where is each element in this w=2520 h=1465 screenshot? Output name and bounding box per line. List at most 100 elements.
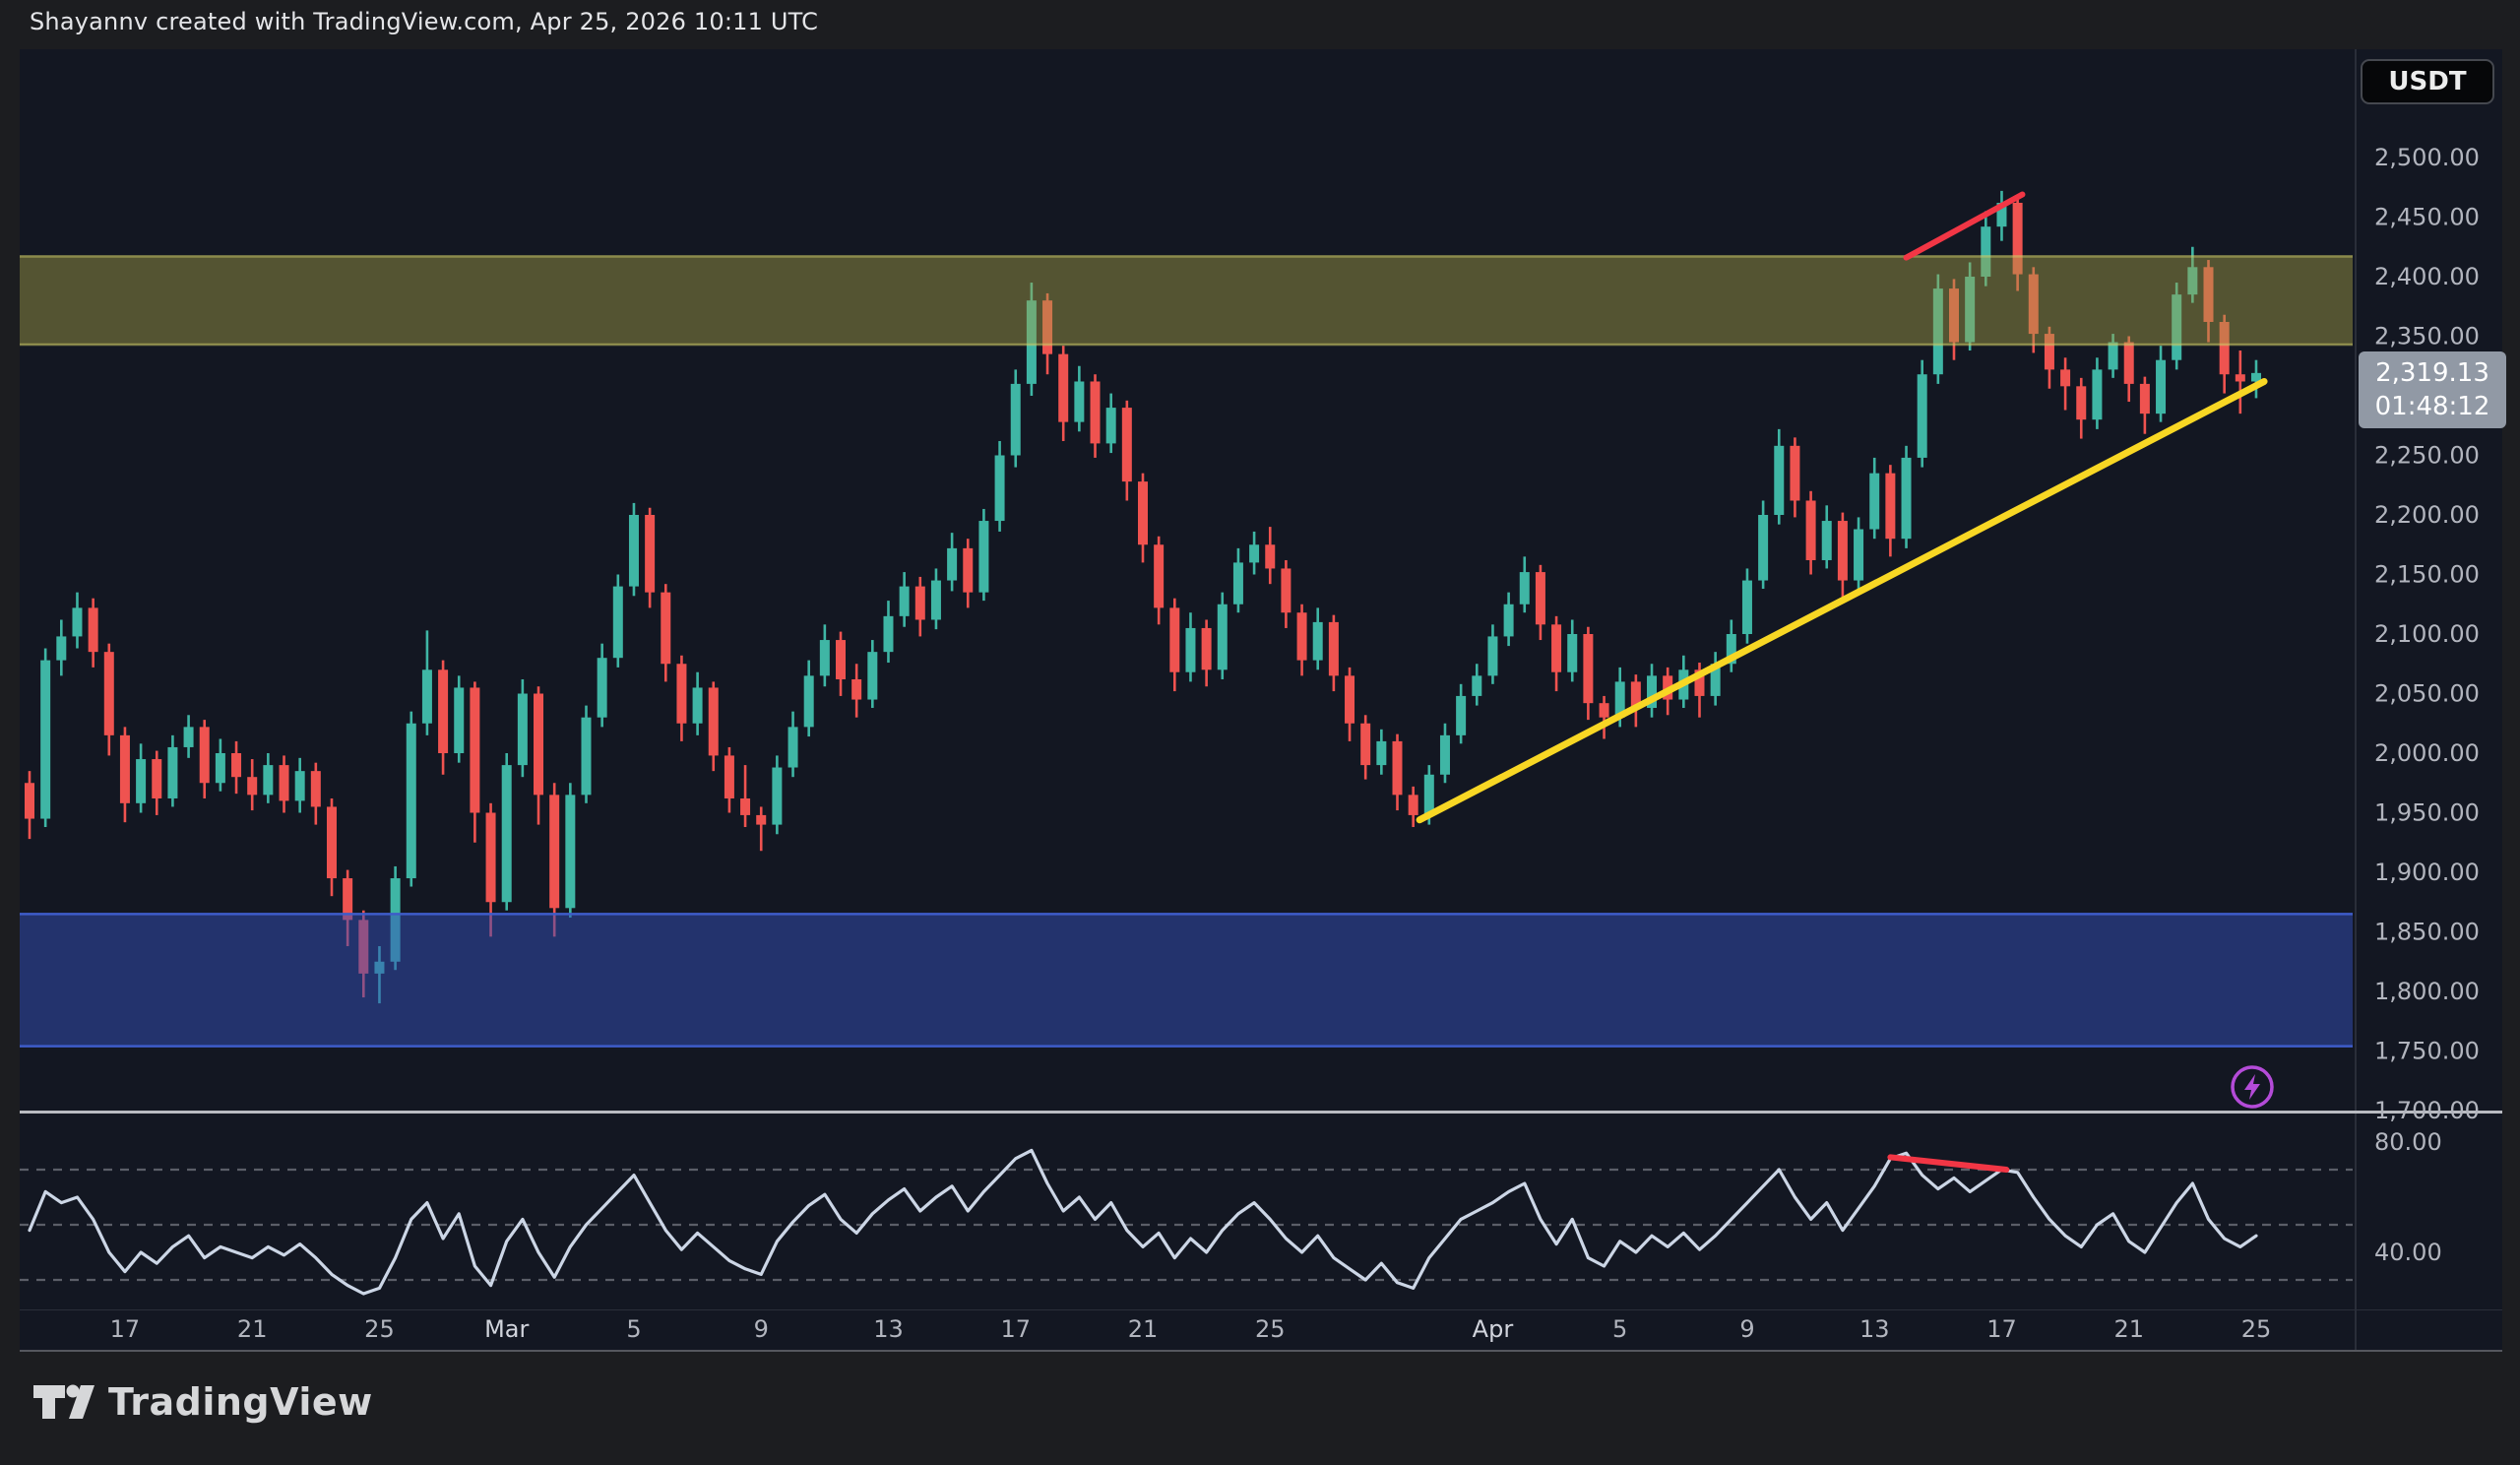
candle bbox=[1551, 616, 1561, 691]
candle bbox=[1122, 401, 1132, 501]
candle bbox=[740, 765, 750, 827]
price-axis-label: 2,200.00 bbox=[2374, 501, 2480, 529]
candle bbox=[1249, 532, 1259, 575]
price-axis-label: 1,800.00 bbox=[2374, 978, 2480, 1005]
resistance-zone[interactable] bbox=[20, 256, 2353, 345]
candle bbox=[1329, 615, 1339, 691]
candle bbox=[72, 593, 82, 649]
tradingview-logo-text: TradingView bbox=[108, 1380, 373, 1424]
ascending-support-trendline[interactable] bbox=[1419, 381, 2264, 819]
candle bbox=[470, 681, 479, 842]
time-axis-label: 21 bbox=[1128, 1315, 1159, 1343]
candle bbox=[247, 759, 257, 810]
candle bbox=[1885, 465, 1895, 556]
candle bbox=[1758, 500, 1768, 589]
candle bbox=[1854, 517, 1863, 589]
quote-currency-badge[interactable]: USDT bbox=[2361, 59, 2494, 104]
candle bbox=[1360, 715, 1370, 779]
candle bbox=[836, 632, 846, 696]
time-axis-label: 25 bbox=[2241, 1315, 2272, 1343]
time-axis-label: 17 bbox=[110, 1315, 141, 1343]
candle bbox=[2124, 337, 2134, 403]
candle bbox=[947, 533, 957, 591]
price-axis-label: 1,950.00 bbox=[2374, 799, 2480, 827]
candle bbox=[534, 686, 543, 824]
quick-trade-button[interactable] bbox=[2229, 1063, 2276, 1111]
time-axis-label: 17 bbox=[1986, 1315, 2017, 1343]
tradingview-logo-icon bbox=[33, 1380, 94, 1424]
candle bbox=[1567, 619, 1577, 681]
candle bbox=[1169, 599, 1179, 691]
candle bbox=[200, 720, 210, 798]
price-axis-label: 2,050.00 bbox=[2374, 680, 2480, 708]
candle bbox=[56, 619, 66, 675]
candle bbox=[693, 672, 703, 735]
candle bbox=[867, 640, 877, 708]
candle bbox=[1727, 619, 1736, 671]
candle bbox=[1600, 696, 1609, 739]
candle bbox=[1742, 568, 1752, 643]
candle bbox=[422, 630, 432, 734]
candle bbox=[724, 747, 734, 813]
candle bbox=[629, 503, 639, 596]
candle bbox=[931, 568, 941, 629]
rsi-axis-label: 80.00 bbox=[2374, 1128, 2442, 1156]
candle bbox=[772, 755, 782, 834]
candle bbox=[613, 575, 623, 668]
price-axis-label: 1,900.00 bbox=[2374, 859, 2480, 886]
candle bbox=[1154, 537, 1164, 625]
candle bbox=[851, 664, 861, 717]
candle bbox=[1218, 593, 1228, 679]
tradingview-logo[interactable]: TradingView bbox=[33, 1380, 373, 1424]
candle bbox=[231, 741, 241, 794]
candle bbox=[295, 758, 305, 813]
candle bbox=[2140, 377, 2150, 434]
support-zone[interactable] bbox=[20, 914, 2353, 1046]
candle bbox=[1902, 446, 1912, 548]
candle bbox=[1011, 369, 1021, 467]
candle bbox=[152, 751, 161, 815]
candle bbox=[565, 783, 575, 918]
candlestick-chart[interactable]: 2,500.002,450.002,400.002,350.002,250.00… bbox=[0, 0, 2520, 1465]
price-axis-label: 2,450.00 bbox=[2374, 204, 2480, 231]
candle bbox=[184, 715, 194, 758]
candle bbox=[1265, 527, 1275, 584]
candle bbox=[1058, 346, 1068, 441]
last-price-badge[interactable]: 2,319.13 01:48:12 bbox=[2359, 351, 2506, 428]
candle bbox=[167, 735, 177, 807]
time-axis-label: 25 bbox=[364, 1315, 395, 1343]
candle bbox=[1647, 664, 1657, 717]
candle bbox=[1472, 664, 1481, 705]
candle bbox=[407, 712, 416, 887]
time-axis-label: 21 bbox=[2113, 1315, 2144, 1343]
time-axis-label: 21 bbox=[237, 1315, 268, 1343]
candle bbox=[915, 577, 925, 637]
candle bbox=[2076, 378, 2086, 439]
candle bbox=[1711, 652, 1721, 705]
candle bbox=[598, 644, 607, 728]
candle bbox=[518, 679, 528, 777]
candle bbox=[216, 738, 225, 791]
candle bbox=[1185, 612, 1195, 681]
candle bbox=[1106, 394, 1116, 454]
time-axis-label: Apr bbox=[1473, 1315, 1514, 1343]
candle bbox=[104, 644, 114, 756]
candle bbox=[89, 599, 98, 668]
price-axis-label: 2,250.00 bbox=[2374, 442, 2480, 470]
candle bbox=[1774, 429, 1784, 525]
candle bbox=[1345, 668, 1354, 741]
price-axis-label: 2,100.00 bbox=[2374, 620, 2480, 648]
candle bbox=[40, 649, 50, 828]
rsi-divergence-line[interactable] bbox=[1890, 1157, 2006, 1170]
candle bbox=[327, 798, 337, 896]
candle bbox=[1313, 607, 1323, 669]
quote-currency-label: USDT bbox=[2388, 67, 2466, 96]
time-axis-label: Mar bbox=[484, 1315, 529, 1343]
candle bbox=[2251, 360, 2261, 399]
price-axis-label: 2,150.00 bbox=[2374, 561, 2480, 589]
candle bbox=[820, 624, 830, 686]
price-axis-label: 2,350.00 bbox=[2374, 323, 2480, 350]
rsi-line bbox=[30, 1150, 2256, 1294]
time-axis-label: 13 bbox=[873, 1315, 904, 1343]
candle bbox=[1790, 437, 1799, 517]
